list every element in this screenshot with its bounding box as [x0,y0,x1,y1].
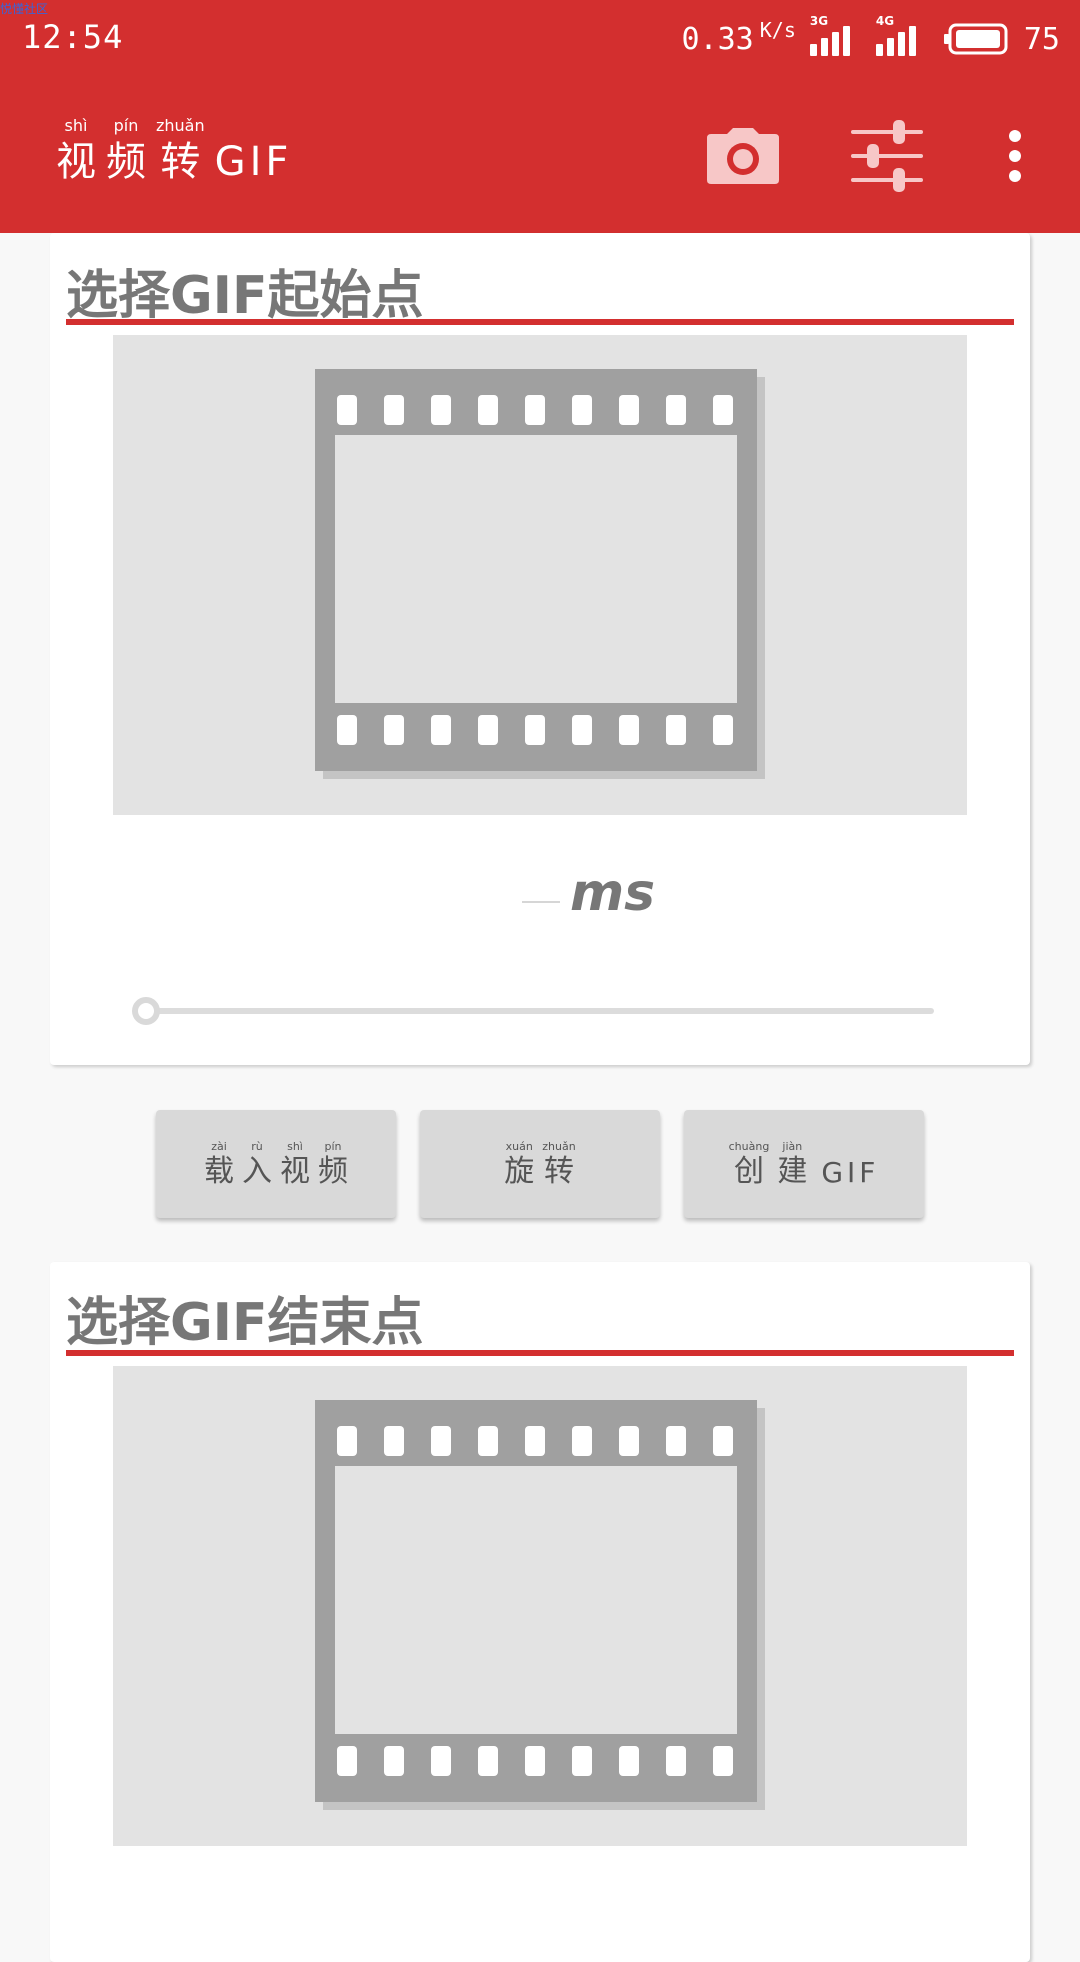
start-point-card: 选择GIF起始点 ms [50,233,1030,1065]
title-char-2: pín 频 [106,116,146,185]
film-strip-icon [315,1400,765,1810]
network-speed: 0.33 K/s [681,18,796,57]
start-time-input[interactable] [522,901,560,903]
start-time-row: ms [50,863,1030,933]
film-strip-icon [315,369,765,779]
end-section-title: 选择GIF结束点 [66,1293,424,1353]
battery-icon [943,23,1008,55]
rotate-button[interactable]: xuán 旋 zhuǎn 转 [420,1110,660,1218]
more-vert-icon [1009,130,1021,182]
create-gif-button[interactable]: chuàng 创 jiàn 建 GIF [684,1110,924,1218]
load-video-button[interactable]: zài 载 rù 入 shì 视 pín 频 [156,1110,396,1218]
watermark-text: 悦懂社区 [0,2,49,16]
signal-4g-icon: 4G [875,14,928,60]
title-latin: GIF [214,139,293,185]
app-title: shì 视 pín 频 zhuǎn 转 GIF [56,116,293,185]
start-seekbar[interactable] [132,997,934,1025]
tune-icon [851,120,923,192]
settings-button[interactable] [842,114,932,198]
status-bar: 悦懂社区 12:54 0.33 K/s 3G 4G 75 [0,0,1080,78]
camera-button[interactable] [698,114,788,198]
start-section-title: 选择GIF起始点 [66,266,424,326]
end-section-divider [66,1350,1014,1356]
ms-unit-label: ms [570,863,656,923]
end-point-card: 选择GIF结束点 [50,1262,1030,1962]
app-bar: shì 视 pín 频 zhuǎn 转 GIF [0,78,1080,233]
camera-icon [707,128,779,184]
network-speed-unit: K/s [759,17,796,42]
title-char-3: zhuǎn 转 [156,116,205,185]
battery-level: 75 [1023,21,1060,57]
start-frame-preview[interactable] [113,335,967,815]
seekbar-track[interactable] [156,1008,934,1014]
start-section-divider [66,319,1014,325]
status-time: 12:54 [22,18,124,56]
seekbar-thumb[interactable] [132,997,160,1025]
signal-3g-icon: 3G [809,14,862,60]
network-speed-value: 0.33 [681,21,754,57]
end-frame-preview[interactable] [113,1366,967,1846]
status-indicators: 0.33 K/s 3G 4G 75 [681,14,1061,62]
title-char-1: shì 视 [56,116,96,185]
more-options-button[interactable] [970,114,1060,198]
